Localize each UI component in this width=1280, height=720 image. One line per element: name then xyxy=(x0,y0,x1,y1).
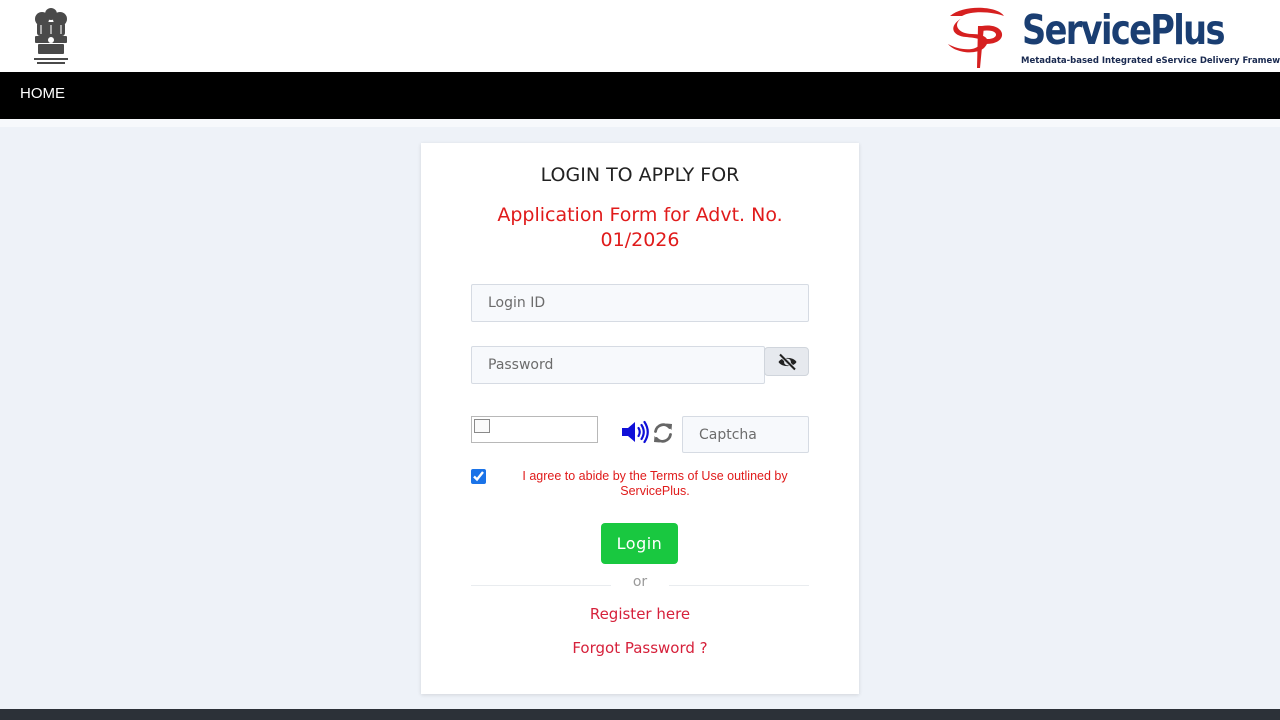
login-id-input[interactable] xyxy=(471,284,809,322)
terms-text: I agree to abide by the Terms of Use out… xyxy=(522,469,788,498)
forgot-password-link[interactable]: Forgot Password ? xyxy=(421,639,859,657)
national-emblem-icon xyxy=(34,8,68,64)
nav-divider xyxy=(0,119,1280,127)
divider-right xyxy=(669,585,809,586)
brand-tagline: Metadata-based Integrated eService Deliv… xyxy=(1021,56,1280,66)
serviceplus-brand: ServicePlus Metadata-based Integrated eS… xyxy=(944,4,1280,70)
broken-image-icon xyxy=(474,419,490,433)
speaker-icon[interactable] xyxy=(620,420,650,444)
eye-slash-icon xyxy=(778,353,797,371)
password-input[interactable] xyxy=(471,346,765,384)
toggle-password-button[interactable] xyxy=(764,347,809,376)
register-link[interactable]: Register here xyxy=(421,605,859,623)
serviceplus-sp-logo-icon xyxy=(948,7,1004,68)
header: ServicePlus Metadata-based Integrated eS… xyxy=(0,0,1280,72)
login-button[interactable]: Login xyxy=(601,523,678,564)
captcha-image xyxy=(471,416,598,443)
login-heading: LOGIN TO APPLY FOR xyxy=(540,164,740,186)
captcha-input[interactable] xyxy=(682,416,809,453)
refresh-icon[interactable] xyxy=(651,421,675,445)
brand-name: ServicePlus xyxy=(1022,6,1225,54)
footer-bar xyxy=(0,709,1280,720)
or-separator: or xyxy=(632,574,648,590)
terms-checkbox[interactable] xyxy=(471,469,486,484)
application-form-title: Application Form for Advt. No. 01/2026 xyxy=(497,204,783,251)
login-card: LOGIN TO APPLY FOR Application Form for … xyxy=(421,143,859,694)
nav-home-link[interactable]: HOME xyxy=(20,85,65,102)
navbar: HOME xyxy=(0,72,1280,119)
